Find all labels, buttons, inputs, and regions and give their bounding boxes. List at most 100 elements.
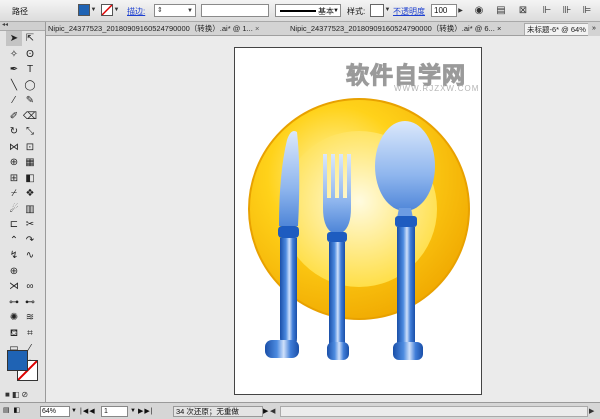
fork-collar-shape[interactable] <box>327 232 347 242</box>
opacity-slider-arrow[interactable]: ▶ <box>457 5 464 18</box>
fork-base-shape[interactable] <box>327 342 349 360</box>
panel-collapse-icon[interactable]: ◂◂ <box>0 22 45 31</box>
artboard[interactable] <box>234 47 482 395</box>
status-info-field[interactable]: 34 次还原；无重做 <box>173 406 263 417</box>
tabs-overflow-icon[interactable]: » <box>588 22 600 36</box>
curvature-tool-icon[interactable]: ↷ <box>22 233 38 248</box>
shape-builder-tool-icon[interactable]: ⊕ <box>6 155 22 170</box>
artboard-tool-icon[interactable]: ⊏ <box>6 217 22 232</box>
brush-definition-dropdown[interactable]: 基本 ▼ <box>275 4 341 17</box>
slice-tool-icon[interactable]: ✂ <box>22 217 38 232</box>
paintbrush-tool-icon[interactable]: ⁄ <box>6 93 22 108</box>
stroke-weight-field[interactable]: ⇕ ▼ <box>154 4 196 17</box>
spoon-base-shape[interactable] <box>393 342 423 360</box>
gradient-tool-icon[interactable]: ◧ <box>22 171 38 186</box>
first-previous-artboard-icons[interactable]: |◀◀ <box>80 406 96 417</box>
perspective-grid-tool-icon[interactable]: ▦ <box>22 155 38 170</box>
align-right-icon[interactable]: ⊫ <box>580 4 594 17</box>
graphic-style-swatch[interactable] <box>370 4 384 17</box>
blend-tool-icon[interactable]: ❖ <box>22 186 38 201</box>
fill-stroke-swatches <box>5 348 43 388</box>
opacity-panel-link[interactable]: 不透明度 <box>393 6 425 17</box>
stroke-dropdown-arrow[interactable]: ▼ <box>113 4 120 17</box>
align-center-icon[interactable]: ⊪ <box>560 4 574 17</box>
selection-tool-icon[interactable]: ➤ <box>6 31 22 46</box>
magic-wand-tool-icon[interactable]: ✧ <box>6 47 22 62</box>
smooth-tool-icon[interactable]: ∿ <box>22 248 38 263</box>
free-transform-tool-icon[interactable]: ⊡ <box>22 140 38 155</box>
color-mode-icons[interactable]: ■◧⊘ <box>5 390 30 399</box>
brush-stroke-preview <box>280 10 316 12</box>
knife-collar-shape[interactable] <box>278 226 299 238</box>
knife-handle-shape[interactable] <box>280 238 297 348</box>
graphic-style-dropdown-arrow[interactable]: ▼ <box>384 4 391 17</box>
fill-dropdown-arrow[interactable]: ▼ <box>90 4 97 17</box>
twirl-tool-icon[interactable]: ∞ <box>22 279 38 294</box>
symbol-sprayer-tool-icon[interactable]: ☄ <box>6 202 22 217</box>
pucker-tool-icon[interactable]: ⊶ <box>6 295 22 310</box>
reshape-tool-icon[interactable]: ↯ <box>6 248 22 263</box>
horizontal-scrollbar[interactable] <box>280 406 588 417</box>
blank-tool-slot <box>22 264 38 279</box>
watermark-url: WWW.RJZXW.COM <box>394 84 480 93</box>
pencil-tool-icon[interactable]: ✎ <box>22 93 38 108</box>
artboard-number-field[interactable]: 1 <box>101 406 128 417</box>
document-tab[interactable]: Nipic_24377523_20180909160524790000（转换）.… <box>290 23 522 35</box>
warp-tool-icon[interactable]: ⋊ <box>6 279 22 294</box>
direct-selection-tool-icon[interactable]: ⇱ <box>22 31 38 46</box>
line-tool-icon[interactable]: ╲ <box>6 78 22 93</box>
zoom-dropdown-arrow[interactable]: ▼ <box>71 406 77 417</box>
eyedropper-tool-icon[interactable]: ⌿ <box>6 186 22 201</box>
blob-brush-tool-icon[interactable]: ✐ <box>6 109 22 124</box>
eraser-tool-icon[interactable]: ⌫ <box>22 109 38 124</box>
zoom-level-field[interactable]: 64% <box>40 406 70 417</box>
scroll-right-icon[interactable]: ▶ <box>589 406 594 417</box>
stroke-color-swatch[interactable] <box>101 4 113 16</box>
tableware-illustration[interactable] <box>235 48 481 394</box>
tab-label: 未标题-6* @ 64% ( <box>527 25 591 34</box>
crystallize-tool-icon[interactable]: ✺ <box>6 310 22 325</box>
type-tool-icon[interactable]: T <box>22 62 38 77</box>
canvas-area[interactable]: 软件自学网 WWW.RJZXW.COM <box>46 36 600 402</box>
spoon-bowl-shape[interactable] <box>375 121 435 211</box>
chevron-down-icon[interactable]: ▼ <box>187 5 193 17</box>
stroke-panel-link[interactable]: 描边: <box>127 6 145 17</box>
mesh-tool-icon[interactable]: ⊞ <box>6 171 22 186</box>
anchor-point-tool-icon[interactable]: ⌃ <box>6 233 22 248</box>
fill-color-swatch[interactable] <box>78 4 90 16</box>
stroke-weight-spinner-icon[interactable]: ⇕ <box>157 5 163 17</box>
width-tool-icon[interactable]: ⋈ <box>6 140 22 155</box>
artboard-dropdown-arrow[interactable]: ▼ <box>130 406 136 417</box>
ellipse-tool-icon[interactable]: ◯ <box>22 78 38 93</box>
fork-handle-shape[interactable] <box>329 242 345 352</box>
lasso-tool-icon[interactable]: ʘ <box>22 47 38 62</box>
variable-width-profile-field[interactable] <box>201 4 269 17</box>
opacity-field[interactable]: 100 <box>431 4 457 17</box>
transform-icon[interactable]: ⊠ <box>516 4 530 17</box>
scale-tool-icon[interactable]: ⤡ <box>22 124 38 139</box>
chevron-down-icon: ▼ <box>333 8 339 14</box>
align-left-icon[interactable]: ⊩ <box>540 4 554 17</box>
fill-box[interactable] <box>7 350 28 371</box>
wrinkle-tool-icon[interactable]: ≋ <box>22 310 38 325</box>
live-paint-selection-tool-icon[interactable]: ⌗ <box>22 326 38 341</box>
rotate-tool-icon[interactable]: ↻ <box>6 124 22 139</box>
document-tab-bar: Nipic_24377523_20180909160524790000（转换）.… <box>46 22 600 36</box>
live-paint-bucket-tool-icon[interactable]: ⛾ <box>6 326 22 341</box>
scroll-left-icon[interactable]: ◀ <box>270 406 275 417</box>
column-graph-tool-icon[interactable]: ▥ <box>22 202 38 217</box>
recolor-artwork-icon[interactable]: ◉ <box>472 4 486 17</box>
target-tool-icon[interactable]: ⊕ <box>6 264 22 279</box>
spoon-collar-shape[interactable] <box>395 216 417 227</box>
close-icon[interactable]: × <box>497 24 501 33</box>
knife-base-shape[interactable] <box>265 340 299 358</box>
next-last-artboard-icons[interactable]: ▶▶| <box>138 406 154 417</box>
pen-tool-icon[interactable]: ✒ <box>6 62 22 77</box>
tools-panel: ◂◂ ➤ ⇱ ✧ ʘ ✒ T ╲ ◯ ⁄ ✎ ✐ ⌫ ↻ ⤡ ⋈ ⊡ ⊕ ▦ ⊞ ◧ ⌿ ❖ ☄ ▥ ⊏… <box>0 22 46 402</box>
close-icon[interactable]: × <box>255 24 259 33</box>
status-menu-arrow[interactable]: ▶ <box>263 406 268 417</box>
document-tab[interactable]: Nipic_24377523_20180909160524790000（转换）.… <box>48 23 284 35</box>
document-setup-icon[interactable]: ▤ <box>494 4 508 17</box>
bloat-tool-icon[interactable]: ⊷ <box>22 295 38 310</box>
spoon-handle-shape[interactable] <box>397 227 415 354</box>
